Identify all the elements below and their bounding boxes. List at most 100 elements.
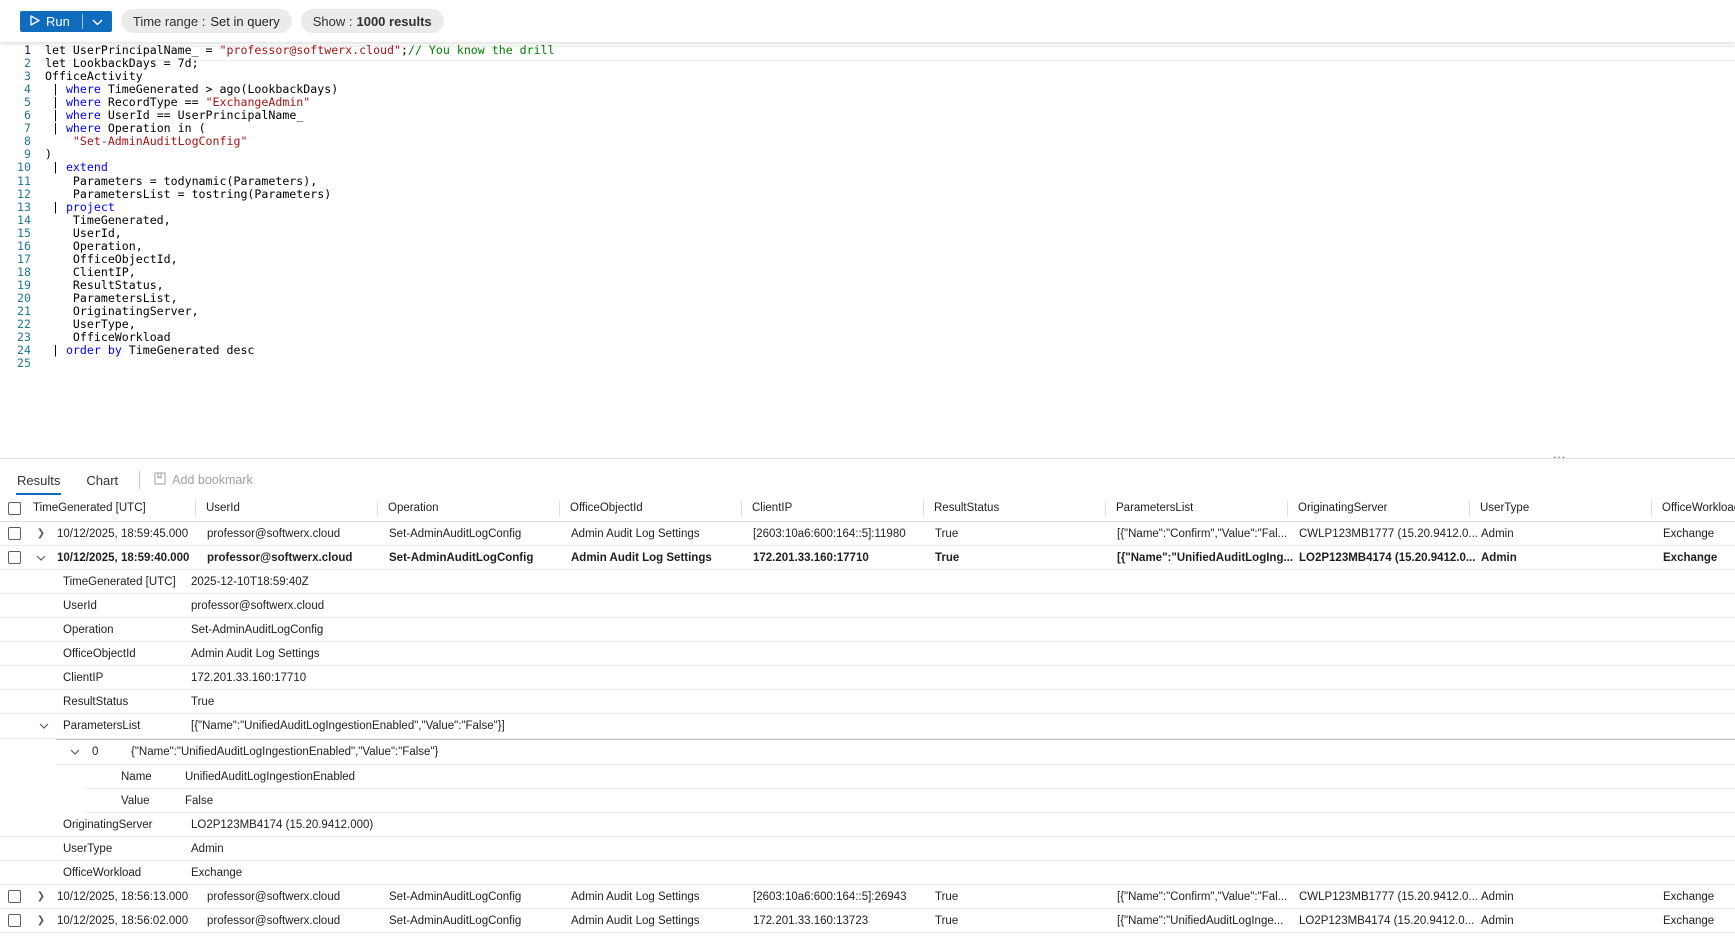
detail-row-officeworkload[interactable]: OfficeWorkload Exchange — [0, 861, 1735, 885]
detail-value: Exchange — [191, 866, 243, 879]
detail-row-clientip[interactable]: ClientIP 172.201.33.160:17710 — [0, 666, 1735, 690]
time-range-picker[interactable]: Time range : Set in query — [120, 9, 292, 33]
code-token: TimeGenerated, — [45, 212, 171, 227]
detail-row-resultstatus[interactable]: ResultStatus True — [0, 690, 1735, 714]
code-token: OfficeActivity — [45, 69, 143, 84]
detail-row-name[interactable]: Name UnifiedAuditLogIngestionEnabled — [84, 765, 1735, 789]
code-token: | — [45, 108, 66, 123]
table-row[interactable]: ❯ 10/12/2025, 18:59:45.000 professor@soft… — [0, 522, 1735, 546]
row-checkbox[interactable] — [8, 551, 21, 564]
detail-key: TimeGenerated [UTC] — [63, 575, 176, 588]
column-header-officeobjectid[interactable]: OfficeObjectId — [570, 495, 643, 521]
run-label: Run — [46, 13, 70, 29]
result-limit-picker[interactable]: Show : 1000 results — [300, 9, 444, 33]
select-all-checkbox[interactable] — [8, 501, 21, 515]
table-row[interactable]: ❯ 10/12/2025, 18:56:02.000 professor@soft… — [0, 909, 1735, 933]
detail-row-parameterslist[interactable]: ParametersList [{"Name":"UnifiedAuditLog… — [0, 714, 1735, 739]
run-main[interactable]: Run — [20, 11, 82, 32]
run-button[interactable]: Run — [20, 10, 112, 32]
detail-row-operation[interactable]: Operation Set-AdminAuditLogConfig — [0, 618, 1735, 642]
add-bookmark-button[interactable]: Add bookmark — [154, 472, 253, 488]
detail-key: ParametersList — [63, 720, 141, 732]
cell-officeworkload: Exchange — [1663, 890, 1715, 903]
detail-row-timegenerated-utc[interactable]: TimeGenerated [UTC] 2025-12-10T18:59:40Z — [0, 570, 1735, 594]
query-editor[interactable]: 1 let UserPrincipalName_ = "professor@sof… — [0, 43, 1735, 458]
cell-operation: Set-AdminAuditLogConfig — [389, 914, 522, 927]
tab-results-label: Results — [17, 472, 61, 488]
chevron-down-icon[interactable] — [34, 551, 48, 565]
bookmark-icon — [154, 472, 166, 488]
code-token: ; — [401, 43, 408, 57]
column-resize-handle[interactable] — [1651, 501, 1652, 516]
column-resize-handle[interactable] — [195, 501, 196, 516]
cell-clientip: 172.201.33.160:13723 — [753, 914, 869, 927]
run-options-dropdown[interactable] — [83, 11, 112, 32]
chevron-right-icon[interactable]: ❯ — [34, 527, 48, 541]
column-resize-handle[interactable] — [559, 501, 560, 516]
detail-row-originatingserver[interactable]: OriginatingServer LO2P123MB4174 (15.20.94… — [0, 813, 1735, 837]
tab-results[interactable]: Results — [8, 465, 69, 495]
chevron-down-icon[interactable] — [68, 745, 82, 759]
column-header-officeworkload[interactable]: OfficeWorkload — [1662, 495, 1735, 521]
cell-officeobjectid: Admin Audit Log Settings — [571, 551, 712, 564]
add-bookmark-label: Add bookmark — [172, 473, 253, 487]
cell-officeworkload: Exchange — [1663, 527, 1715, 540]
code-token: let UserPrincipalName_ = — [45, 43, 220, 57]
column-resize-handle[interactable] — [923, 501, 924, 516]
detail-array-item[interactable]: 0 {"Name":"UnifiedAuditLogIngestionEnabl… — [56, 739, 1735, 765]
results-grid: TimeGenerated [UTC] UserId Operation Office… — [0, 495, 1735, 933]
row-detail-top: TimeGenerated [UTC] 2025-12-10T18:59:40Z U… — [0, 570, 1735, 714]
code-string: "Set-AdminAuditLogConfig" — [72, 134, 248, 149]
show-value: 1000 results — [356, 13, 432, 29]
chevron-right-icon[interactable]: ❯ — [34, 914, 48, 928]
column-resize-handle[interactable] — [1287, 501, 1288, 516]
column-header-resultstatus[interactable]: ResultStatus — [934, 495, 999, 521]
detail-value: True — [191, 695, 215, 708]
column-resize-handle[interactable] — [741, 501, 742, 516]
detail-key: Value — [121, 794, 150, 807]
column-resize-handle[interactable] — [1105, 501, 1106, 516]
column-header-originatingserver[interactable]: OriginatingServer — [1298, 495, 1387, 521]
column-header-operation[interactable]: Operation — [388, 495, 439, 521]
code-token: ParametersList, — [45, 290, 178, 305]
chevron-down-icon[interactable] — [37, 719, 51, 733]
column-header-userid[interactable]: UserId — [206, 495, 240, 521]
query-toolbar: Run Time range : Set in query Show : 100… — [0, 0, 1735, 42]
code-token: | — [45, 121, 66, 136]
row-checkbox[interactable] — [8, 890, 21, 903]
row-checkbox[interactable] — [8, 527, 21, 540]
cell-parameterslist: [{"Name":"Confirm","Value":"Fal... — [1117, 890, 1288, 903]
code-token: UserId, — [45, 225, 122, 240]
detail-key: OriginatingServer — [63, 818, 153, 831]
cell-originatingserver: LO2P123MB4174 (15.20.9412.0... — [1299, 914, 1475, 927]
detail-value: [{"Name":"UnifiedAuditLogIngestionEnable… — [191, 720, 505, 732]
detail-row-value[interactable]: Value False — [84, 789, 1735, 813]
column-header-clientip[interactable]: ClientIP — [752, 495, 792, 521]
tab-chart[interactable]: Chart — [77, 465, 127, 495]
show-label: Show : — [312, 13, 353, 29]
table-row[interactable]: ❯ 10/12/2025, 18:56:13.000 professor@soft… — [0, 885, 1735, 909]
tab-chart-label: Chart — [86, 472, 119, 488]
splitter-handle[interactable]: ... — [1553, 447, 1566, 461]
pane-splitter[interactable] — [0, 458, 1735, 459]
column-header-parameterslist[interactable]: ParametersList — [1116, 495, 1193, 521]
chevron-right-icon[interactable]: ❯ — [34, 890, 48, 904]
detail-value: 2025-12-10T18:59:40Z — [191, 575, 309, 588]
cell-parameterslist: [{"Name":"UnifiedAuditLogIng... — [1117, 551, 1294, 564]
column-resize-handle[interactable] — [1469, 501, 1470, 516]
column-resize-handle[interactable] — [377, 501, 378, 516]
code-line[interactable]: "Set-AdminAuditLogConfig" — [45, 134, 248, 149]
code-token: ) — [45, 147, 52, 162]
detail-row-officeobjectid[interactable]: OfficeObjectId Admin Audit Log Settings — [0, 642, 1735, 666]
table-row-expanded[interactable]: 10/12/2025, 18:59:40.000 professor@softwe… — [0, 546, 1735, 570]
row-checkbox[interactable] — [8, 914, 21, 927]
array-item-fields: Name UnifiedAuditLogIngestionEnabled Value… — [0, 765, 1735, 813]
code-keyword: where — [65, 95, 101, 110]
column-header-timegenerated[interactable]: TimeGenerated [UTC] — [33, 495, 146, 521]
detail-value: Admin — [191, 842, 224, 855]
code-token: TimeGenerated > ago(LookbackDays) — [100, 82, 339, 97]
code-line[interactable]: | order by TimeGenerated desc — [45, 343, 254, 357]
detail-row-userid[interactable]: UserId professor@softwerx.cloud — [0, 594, 1735, 618]
column-header-usertype[interactable]: UserType — [1480, 495, 1529, 521]
detail-row-usertype[interactable]: UserType Admin — [0, 837, 1735, 861]
